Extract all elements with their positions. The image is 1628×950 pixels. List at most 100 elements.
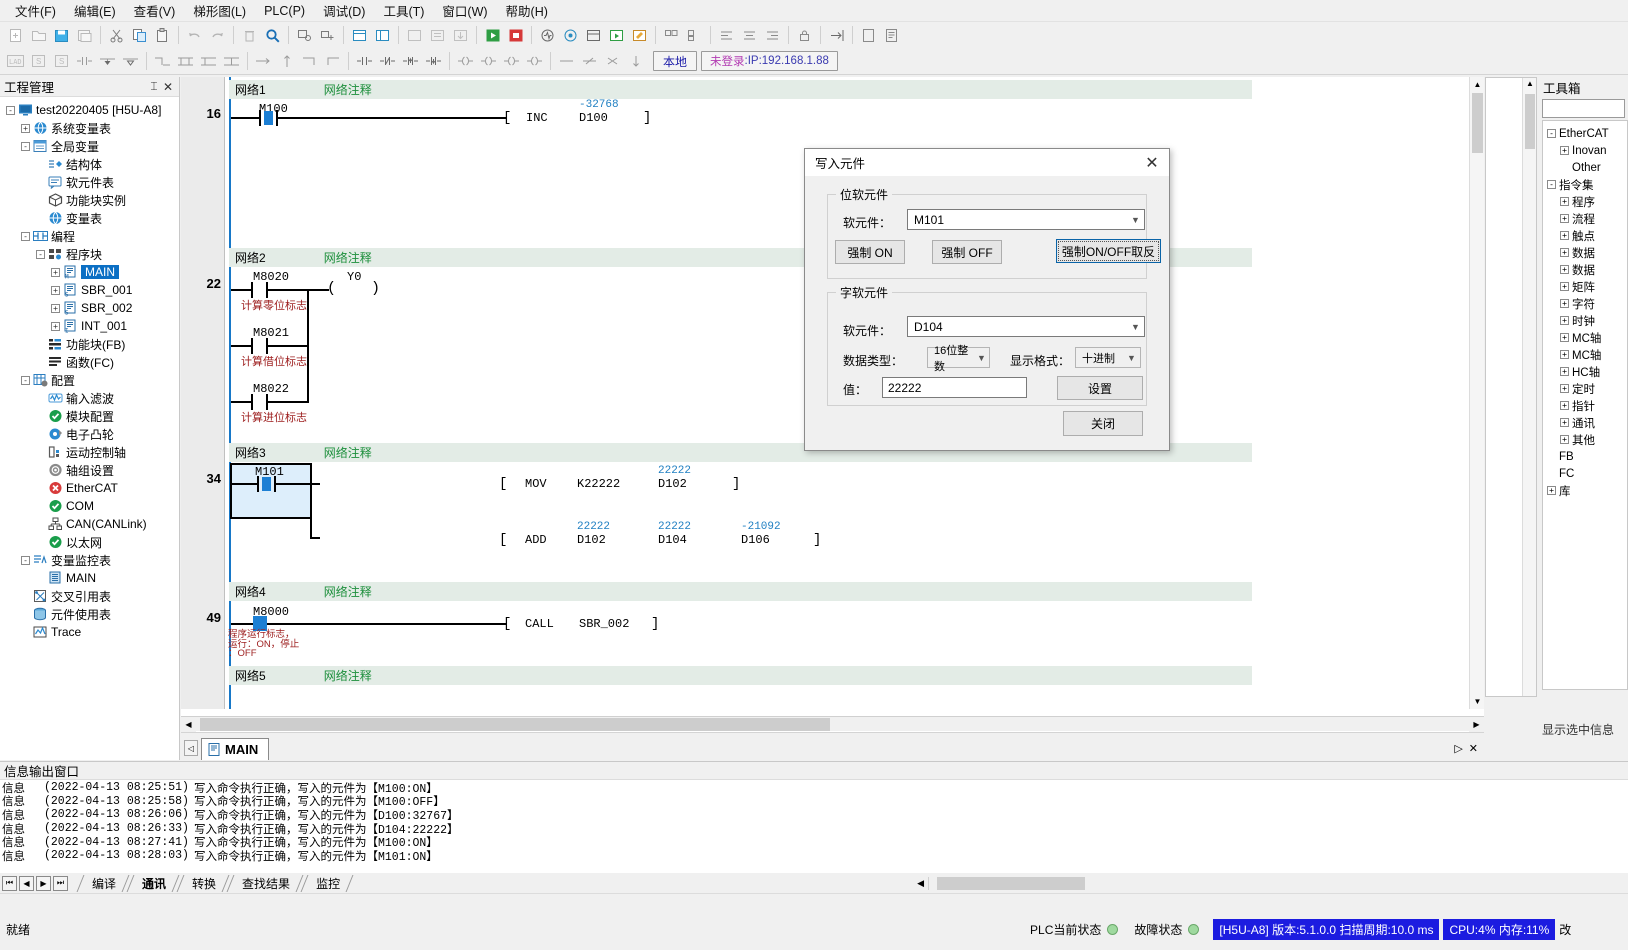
nav-next-icon[interactable]: ▶: [36, 875, 51, 891]
toolbox-tree-item[interactable]: + 指针: [1543, 397, 1627, 414]
project-tree-item-main[interactable]: + M MAIN: [2, 263, 177, 281]
network-comment-2[interactable]: 网络注释: [324, 249, 372, 266]
search-icon[interactable]: [262, 25, 283, 46]
close-icon[interactable]: ✕: [161, 80, 175, 94]
expand-icon[interactable]: +: [1560, 146, 1569, 155]
vertical-link-icon[interactable]: [221, 51, 242, 72]
chevron-down-icon[interactable]: ▼: [1123, 353, 1140, 363]
project-tree-item-fb[interactable]: 功能块(FB): [2, 335, 177, 353]
nav-last-icon[interactable]: ⏭: [53, 875, 68, 891]
collapse-icon[interactable]: -: [21, 555, 30, 565]
scroll-right-icon[interactable]: ▶: [1469, 716, 1484, 732]
menu-item-debug[interactable]: 调试(D): [314, 0, 374, 22]
project-tree-item-fc[interactable]: 函数(FC): [2, 353, 177, 371]
force-toggle-button[interactable]: 强制ON/OFF取反: [1056, 239, 1161, 263]
project-tree-item-[interactable]: 交叉引用表: [2, 587, 177, 605]
edit-comment-icon[interactable]: [629, 25, 650, 46]
paste-icon[interactable]: [152, 25, 173, 46]
project-tree-item-[interactable]: 运动控制轴: [2, 443, 177, 461]
project-tree-item-[interactable]: 模块配置: [2, 407, 177, 425]
login-status-button[interactable]: 未登录:IP:192.168.1.88: [701, 51, 838, 71]
nav-first-icon[interactable]: ⏮: [2, 875, 17, 891]
dialog-close-button[interactable]: 关闭: [1063, 411, 1143, 436]
project-tree-item-ethercat[interactable]: EtherCAT: [2, 479, 177, 497]
output-scroll-track[interactable]: [928, 876, 1628, 890]
help-page-icon[interactable]: [858, 25, 879, 46]
save-all-icon[interactable]: [74, 25, 95, 46]
word-device-combo[interactable]: D104 ▼: [907, 316, 1145, 337]
invert-icon[interactable]: [579, 51, 600, 72]
collapse-icon[interactable]: -: [21, 141, 30, 151]
grid-1-icon[interactable]: [661, 25, 682, 46]
down-arrow-icon[interactable]: [625, 51, 646, 72]
branch-merge-icon[interactable]: [198, 51, 219, 72]
horizontal-scroll-thumb[interactable]: [200, 717, 830, 731]
align-center-icon[interactable]: [739, 25, 760, 46]
contact-no-icon[interactable]: [74, 51, 95, 72]
collapse-icon[interactable]: -: [21, 231, 30, 241]
expand-icon[interactable]: +: [51, 285, 60, 295]
expand-icon[interactable]: +: [1560, 299, 1569, 308]
monitor-device-icon[interactable]: [294, 25, 315, 46]
toolbox-tree-item[interactable]: + 定时: [1543, 380, 1627, 397]
toolbox-tree-item[interactable]: Other: [1543, 159, 1627, 176]
branch-down-icon[interactable]: [152, 51, 173, 72]
contact-open-icon[interactable]: [354, 51, 375, 72]
menu-item-edit[interactable]: 编辑(E): [65, 0, 125, 22]
falling-edge-icon[interactable]: [97, 51, 118, 72]
device-monitor-icon[interactable]: [583, 25, 604, 46]
write-device-dialog[interactable]: 写入元件 ✕ 位软元件 软元件： M101 ▼ 强制 ON 强制 OFF 强制O…: [804, 148, 1170, 451]
stop-icon[interactable]: [505, 25, 526, 46]
collapse-icon[interactable]: -: [1547, 129, 1556, 138]
force-on-button[interactable]: 强制 ON: [835, 240, 905, 264]
toolbox-tree-item[interactable]: + 库: [1543, 482, 1627, 499]
output-tab-convert[interactable]: 转换: [176, 874, 230, 893]
instruction-view-icon[interactable]: [372, 25, 393, 46]
contact-pulse-down-icon[interactable]: [423, 51, 444, 72]
parallel-branch-icon[interactable]: [175, 51, 196, 72]
about-icon[interactable]: [881, 25, 902, 46]
toolbox-tree-item[interactable]: + 时钟: [1543, 312, 1627, 329]
expand-icon[interactable]: +: [21, 123, 30, 133]
project-tree-item-[interactable]: + 系统变量表: [2, 119, 177, 137]
monitor-mode-icon[interactable]: [537, 25, 558, 46]
menu-item-file[interactable]: 文件(F): [6, 0, 65, 22]
menu-item-view[interactable]: 查看(V): [125, 0, 185, 22]
project-tree-item-test20220405h5ua8[interactable]: - test20220405 [H5U-A8]: [2, 101, 177, 119]
chevron-down-icon[interactable]: ▼: [1127, 322, 1144, 332]
toolbox-tree-item[interactable]: - 指令集: [1543, 176, 1627, 193]
cut-icon[interactable]: [106, 25, 127, 46]
coil-reset-icon[interactable]: [501, 51, 522, 72]
collapse-icon[interactable]: -: [1547, 180, 1556, 189]
toolbox-tree-item[interactable]: + 通讯: [1543, 414, 1627, 431]
toolbox-search-input[interactable]: [1542, 99, 1625, 118]
goto-icon[interactable]: [826, 25, 847, 46]
output-tab-comm[interactable]: 通讯: [126, 874, 180, 893]
compile-all-icon[interactable]: [427, 25, 448, 46]
project-tree-item-[interactable]: 输入滤波: [2, 389, 177, 407]
project-tree-item-[interactable]: - 配置: [2, 371, 177, 389]
output-scroll-thumb[interactable]: [937, 876, 1085, 890]
lock-icon[interactable]: [794, 25, 815, 46]
expand-icon[interactable]: +: [1560, 401, 1569, 410]
expand-icon[interactable]: +: [51, 267, 60, 277]
right-vertical-scrollbar[interactable]: ▲: [1522, 78, 1536, 696]
toolbox-tree-item[interactable]: + Inovan: [1543, 142, 1627, 159]
undo-icon[interactable]: [184, 25, 205, 46]
vline-up-icon[interactable]: [276, 51, 297, 72]
toolbox-tree-item[interactable]: + 数据: [1543, 261, 1627, 278]
cross-icon[interactable]: [602, 51, 623, 72]
toolbox-tree-item[interactable]: + 矩阵: [1543, 278, 1627, 295]
project-tree-item-[interactable]: 以太网: [2, 533, 177, 551]
menu-item-window[interactable]: 窗口(W): [433, 0, 496, 22]
ladder-view-icon[interactable]: [349, 25, 370, 46]
menu-item-tools[interactable]: 工具(T): [374, 0, 433, 22]
project-tree-item-[interactable]: 软元件表: [2, 173, 177, 191]
scroll-up-icon[interactable]: ▲: [1470, 77, 1484, 92]
expand-icon[interactable]: +: [1560, 384, 1569, 393]
network-comment-4[interactable]: 网络注释: [324, 583, 372, 600]
toolbox-tree-item[interactable]: + MC轴: [1543, 346, 1627, 363]
project-tree-item-[interactable]: 轴组设置: [2, 461, 177, 479]
bit-device-combo[interactable]: M101 ▼: [907, 209, 1145, 230]
project-tree-item-[interactable]: - 变量监控表: [2, 551, 177, 569]
